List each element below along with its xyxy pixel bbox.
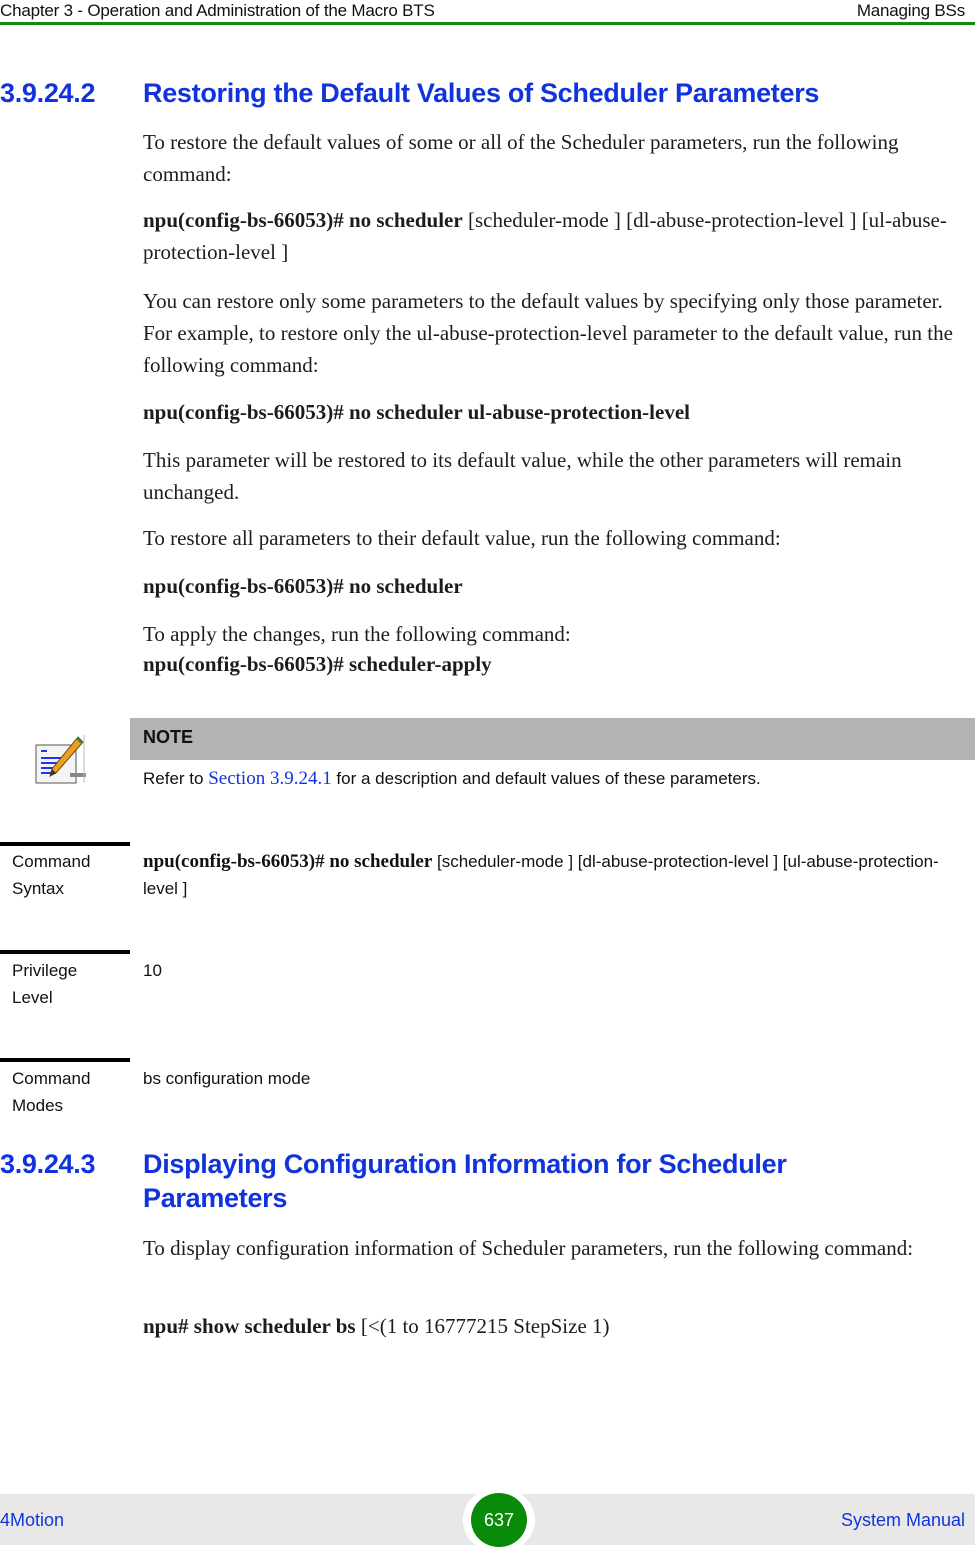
label-text: Command Modes	[12, 1069, 91, 1115]
label-text: Privilege Level	[12, 961, 78, 1007]
paragraph-intro: To restore the default values of some or…	[143, 130, 899, 186]
command-scheduler-apply: npu(config-bs-66053)# scheduler-apply	[143, 652, 492, 676]
paragraph-restored-note: This parameter will be restored to its d…	[143, 448, 902, 504]
privilege-divider	[0, 950, 130, 954]
section-title: Restoring the Default Values of Schedule…	[143, 78, 820, 108]
command-modes-label: Command Modes	[12, 1065, 132, 1119]
running-header-chapter: Chapter 3 - Operation and Administration…	[0, 1, 435, 20]
section-link[interactable]: Section 3.9.24.1	[208, 768, 332, 789]
note-text-prefix: Refer to	[143, 769, 209, 788]
paragraph-partial-restore: You can restore only some parameters to …	[143, 289, 953, 377]
running-header-section: Managing BSs	[856, 1, 965, 20]
syntax-command: npu(config-bs-66053)# no scheduler	[143, 851, 433, 872]
command-args: [<(1 to 16777215 StepSize 1)	[355, 1314, 610, 1338]
command-text: npu(config-bs-66053)# no scheduler	[143, 208, 463, 232]
command-text: npu# show scheduler bs	[143, 1314, 356, 1338]
command-syntax-label: Command Syntax	[12, 848, 132, 902]
note-text-suffix: for a description and default values of …	[331, 769, 761, 788]
modes-divider	[0, 1058, 130, 1062]
note-text: Refer to Section 3.9.24.1 for a descript…	[143, 768, 761, 790]
command-no-scheduler-full: npu(config-bs-66053)# no scheduler [sche…	[143, 204, 968, 268]
label-text: Command Syntax	[12, 852, 91, 898]
header-divider	[0, 22, 975, 25]
section-heading-3-9-24-3: 3.9.24.3 Displaying Configuration Inform…	[0, 1147, 975, 1217]
footer-manual: System Manual	[840, 1510, 965, 1530]
privilege-level-value: 10	[143, 961, 162, 980]
command-no-scheduler: npu(config-bs-66053)# no scheduler	[143, 574, 463, 598]
command-no-scheduler-ul: npu(config-bs-66053)# no scheduler ul-ab…	[143, 400, 690, 424]
section-number: 3.9.24.3	[0, 1149, 96, 1179]
note-header-bar	[130, 718, 975, 760]
note-pencil-icon	[34, 733, 86, 785]
paragraph-apply: To apply the changes, run the following …	[143, 622, 571, 646]
page-number-badge: 637	[471, 1493, 527, 1547]
section-title: Displaying Configuration Information for…	[143, 1149, 787, 1213]
command-syntax-value: npu(config-bs-66053)# no scheduler [sche…	[143, 848, 963, 902]
privilege-level-label: Privilege Level	[12, 957, 132, 1011]
section-number: 3.9.24.2	[0, 78, 96, 108]
section-heading-3-9-24-2: 3.9.24.2 Restoring the Default Values of…	[0, 76, 975, 110]
footer-product: 4Motion	[0, 1510, 65, 1530]
paragraph-display-intro: To display configuration information of …	[143, 1236, 914, 1260]
command-show-scheduler: npu# show scheduler bs [<(1 to 16777215 …	[143, 1310, 968, 1342]
note-label: NOTE	[143, 727, 194, 747]
paragraph-restore-all: To restore all parameters to their defau…	[143, 526, 781, 550]
syntax-divider	[0, 842, 130, 846]
command-modes-value: bs configuration mode	[143, 1069, 311, 1088]
